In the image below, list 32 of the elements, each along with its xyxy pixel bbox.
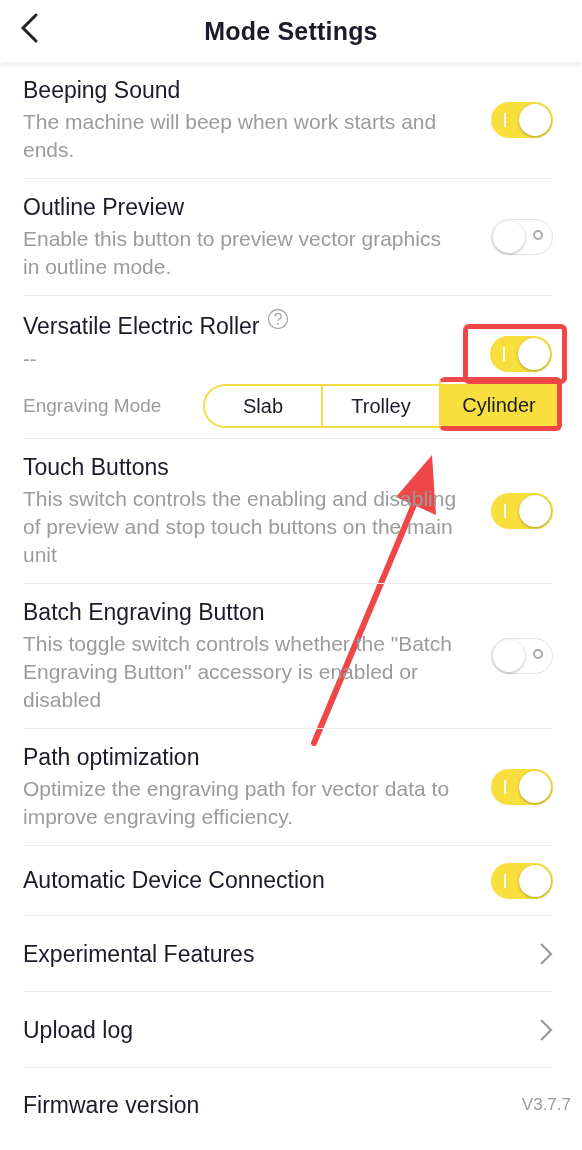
setting-title: Experimental Features	[23, 939, 256, 969]
chevron-right-icon[interactable]	[539, 940, 553, 967]
setting-title: Automatic Device Connection	[23, 865, 326, 895]
setting-title: Path optimization	[23, 743, 201, 772]
page-title: Mode Settings	[204, 16, 378, 46]
setting-title: Outline Preview	[23, 193, 186, 222]
toggle-switch[interactable]	[491, 219, 553, 255]
setting-title: Versatile Electric Roller	[23, 312, 260, 341]
setting-description: The machine will beep when work starts and ends.	[23, 109, 438, 163]
toggle-switch[interactable]	[491, 102, 553, 138]
setting-title: Upload log	[23, 1015, 134, 1045]
toggle-switch[interactable]	[490, 336, 552, 372]
mode-label: Engraving Mode	[23, 395, 163, 417]
toggle-switch[interactable]	[491, 638, 553, 674]
menu-item[interactable]: Upload log	[23, 992, 553, 1068]
help-icon[interactable]	[267, 308, 290, 330]
mode-option[interactable]: Cylinder	[441, 384, 557, 426]
toggle-switch[interactable]	[491, 769, 553, 805]
menu-item[interactable]: Experimental Features	[23, 916, 553, 992]
version-value: V3.7.7	[521, 1094, 571, 1115]
setting-status: --	[23, 347, 38, 372]
chevron-right-icon[interactable]	[539, 1016, 553, 1043]
setting-description: Optimize the engraving path for vector data to improve engraving efficiency.	[23, 776, 451, 830]
setting-title: Beeping Sound	[23, 76, 182, 105]
setting-title: Touch Buttons	[23, 453, 170, 482]
setting-title: Firmware version	[23, 1090, 201, 1120]
toggle-switch[interactable]	[491, 493, 553, 529]
setting-description: Enable this button to preview vector graphics in outline mode.	[23, 226, 442, 280]
toggle-switch[interactable]	[491, 862, 553, 899]
setting-title: Batch Engraving Button	[23, 598, 266, 627]
mode-option[interactable]: Trolley	[321, 386, 439, 426]
mode-option[interactable]: Slab	[205, 386, 321, 426]
